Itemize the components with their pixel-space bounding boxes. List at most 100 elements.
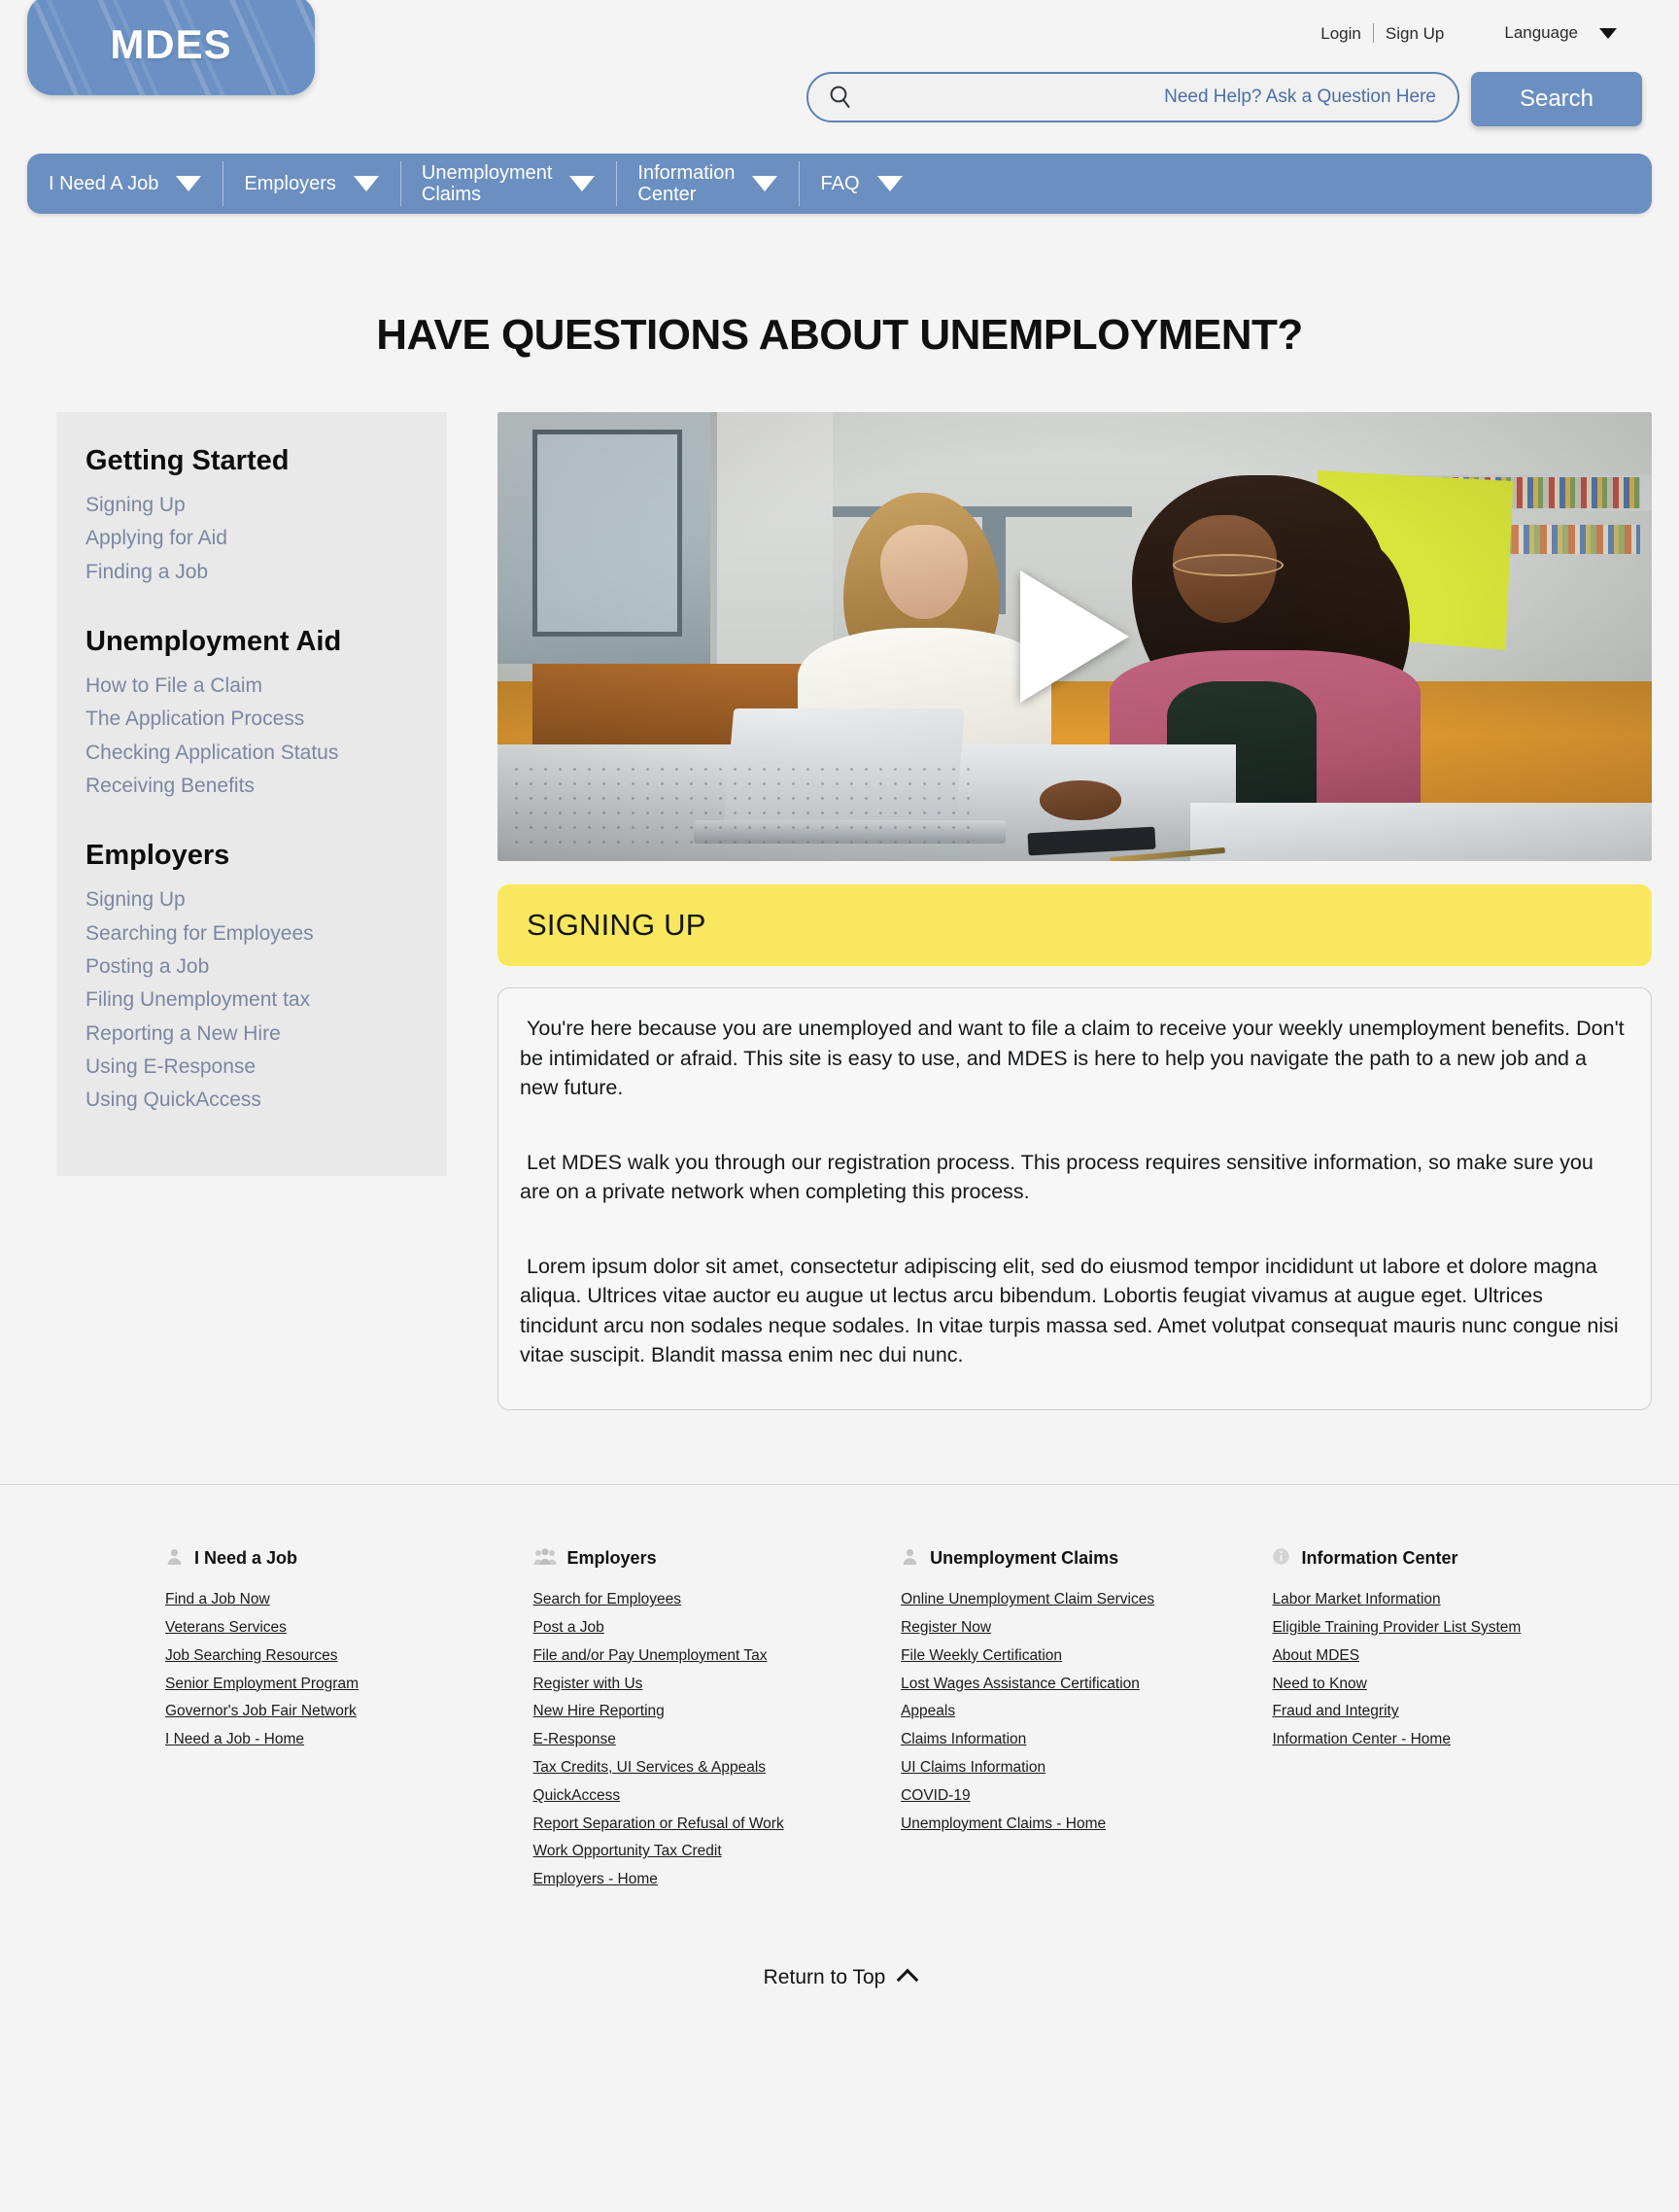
nav-item-i-need-a-job[interactable]: I Need A Job [27, 154, 223, 214]
footer-link[interactable]: Tax Credits, UI Services & Appeals [533, 1754, 767, 1782]
footer-column-i-need-a-job: I Need a Job Find a Job Now Veterans Ser… [165, 1547, 533, 1894]
footer-link[interactable]: Register Now [901, 1613, 991, 1642]
footer-link[interactable]: Search for Employees [533, 1586, 682, 1614]
footer-column-unemployment-claims: Unemployment Claims Online Unemployment … [901, 1547, 1272, 1894]
footer-link[interactable]: Employers - Home [533, 1866, 658, 1894]
people-group-icon [533, 1547, 557, 1571]
footer-column-heading: Unemployment Claims [901, 1547, 1272, 1571]
site-header: MDES Search [0, 0, 1679, 154]
chevron-down-icon [752, 176, 778, 191]
sidebar-link-employer-signing-up[interactable]: Signing Up [86, 883, 447, 916]
footer-link[interactable]: File and/or Pay Unemployment Tax [533, 1642, 768, 1670]
chevron-down-icon [353, 176, 379, 191]
sidebar-link-receiving-benefits[interactable]: Receiving Benefits [86, 770, 447, 803]
footer-link[interactable]: E-Response [533, 1726, 616, 1754]
footer-heading-label: Unemployment Claims [930, 1548, 1119, 1569]
sidebar-link-using-e-response[interactable]: Using E-Response [86, 1051, 447, 1084]
sidebar-link-the-application-process[interactable]: The Application Process [86, 703, 447, 736]
footer-link[interactable]: I Need a Job - Home [165, 1726, 304, 1754]
sidebar-link-searching-for-employees[interactable]: Searching for Employees [86, 917, 447, 950]
video-player[interactable] [497, 412, 1652, 861]
return-to-top-button[interactable]: Return to Top [0, 1966, 1679, 2022]
footer-link[interactable]: Appeals [901, 1698, 955, 1726]
footer-link[interactable]: Governor's Job Fair Network [165, 1698, 357, 1726]
language-selector[interactable]: Language [1504, 23, 1640, 43]
footer-link[interactable]: Senior Employment Program [165, 1670, 359, 1698]
footer-link[interactable]: Claims Information [901, 1726, 1026, 1754]
footer-link[interactable]: Find a Job Now [165, 1586, 270, 1614]
nav-item-employers[interactable]: Employers [223, 154, 399, 214]
sidebar-link-finding-a-job[interactable]: Finding a Job [86, 556, 447, 589]
main-navigation: I Need A Job Employers Unemployment Clai… [27, 154, 1652, 214]
footer-column-employers: Employers Search for Employees Post a Jo… [533, 1547, 902, 1894]
play-icon[interactable] [1020, 570, 1129, 703]
search-input[interactable] [853, 75, 1436, 120]
footer-heading-label: Employers [566, 1548, 657, 1569]
sidebar-heading-unemployment-aid: Unemployment Aid [86, 626, 342, 658]
footer-link[interactable]: Labor Market Information [1272, 1586, 1440, 1614]
footer-link[interactable]: QuickAccess [533, 1781, 621, 1810]
sidebar-link-posting-a-job[interactable]: Posting a Job [86, 950, 447, 984]
footer-link[interactable]: Unemployment Claims - Home [901, 1810, 1106, 1838]
footer-link[interactable]: New Hire Reporting [533, 1698, 665, 1726]
content-column: SIGNING UP You're here because you are u… [447, 412, 1652, 1410]
nav-item-information-center[interactable]: Information Center [616, 154, 799, 214]
search-box[interactable] [806, 72, 1459, 122]
logo-text: MDES [110, 21, 232, 67]
nav-item-label: I Need A Job [49, 172, 159, 194]
site-footer: I Need a Job Find a Job Now Veterans Ser… [0, 1485, 1679, 1894]
sidebar: Getting Started Signing Up Applying for … [56, 412, 447, 1176]
footer-link[interactable]: Lost Wages Assistance Certification [901, 1670, 1140, 1698]
footer-link[interactable]: Eligible Training Provider List System [1272, 1613, 1521, 1642]
footer-link[interactable]: UI Claims Information [901, 1754, 1045, 1782]
login-link[interactable]: Login [1309, 25, 1373, 42]
mdes-logo[interactable]: MDES [27, 0, 315, 95]
section-banner-title: SIGNING UP [527, 908, 706, 942]
footer-column-heading: Information Center [1272, 1547, 1640, 1571]
chevron-down-icon [176, 176, 202, 191]
sidebar-link-signing-up[interactable]: Signing Up [86, 489, 447, 522]
chevron-down-icon [876, 176, 903, 191]
nav-item-faq[interactable]: FAQ [799, 154, 923, 214]
nav-item-unemployment-claims[interactable]: Unemployment Claims [399, 154, 617, 214]
footer-link[interactable]: Need to Know [1272, 1670, 1366, 1698]
chevron-down-icon [569, 176, 596, 191]
sidebar-link-filing-unemployment-tax[interactable]: Filing Unemployment tax [86, 984, 447, 1017]
footer-link[interactable]: Post a Job [533, 1613, 604, 1642]
article-paragraph: Let MDES walk you through our registrati… [520, 1150, 1593, 1204]
person-icon [901, 1547, 919, 1571]
sidebar-heading-getting-started: Getting Started [86, 445, 290, 476]
chevron-up-icon [897, 1968, 919, 1991]
sidebar-link-reporting-a-new-hire[interactable]: Reporting a New Hire [86, 1018, 447, 1051]
footer-link[interactable]: About MDES [1272, 1642, 1359, 1670]
sidebar-heading-employers: Employers [86, 840, 230, 872]
footer-link[interactable]: COVID-19 [901, 1781, 971, 1810]
footer-link[interactable]: Information Center - Home [1272, 1726, 1451, 1754]
footer-link[interactable]: Fraud and Integrity [1272, 1698, 1398, 1726]
footer-link[interactable]: Veterans Services [165, 1613, 287, 1642]
footer-heading-label: I Need a Job [194, 1548, 298, 1569]
footer-link[interactable]: Job Searching Resources [165, 1642, 338, 1670]
footer-link[interactable]: File Weekly Certification [901, 1642, 1062, 1670]
section-banner: SIGNING UP [497, 884, 1652, 966]
info-circle-icon [1272, 1547, 1290, 1571]
footer-column-information-center: Information Center Labor Market Informat… [1272, 1547, 1640, 1894]
footer-heading-label: Information Center [1301, 1548, 1458, 1569]
nav-item-label: Information Center [637, 161, 736, 205]
sidebar-link-checking-application-status[interactable]: Checking Application Status [86, 737, 447, 770]
footer-link[interactable]: Online Unemployment Claim Services [901, 1586, 1154, 1614]
footer-link[interactable]: Report Separation or Refusal of Work [533, 1810, 784, 1838]
footer-column-heading: Employers [533, 1547, 902, 1571]
sidebar-link-applying-for-aid[interactable]: Applying for Aid [86, 522, 447, 555]
main-content: Getting Started Signing Up Applying for … [0, 412, 1679, 1410]
sidebar-link-how-to-file-a-claim[interactable]: How to File a Claim [86, 670, 447, 703]
nav-item-label: Employers [244, 172, 336, 194]
sidebar-link-using-quickaccess[interactable]: Using QuickAccess [86, 1084, 447, 1117]
chevron-down-icon [1599, 27, 1617, 39]
footer-link[interactable]: Work Opportunity Tax Credit [533, 1838, 722, 1866]
signup-link[interactable]: Sign Up [1374, 25, 1456, 42]
search-button[interactable]: Search [1471, 72, 1642, 126]
nav-item-label: FAQ [820, 172, 860, 194]
footer-link[interactable]: Register with Us [533, 1670, 643, 1698]
language-label: Language [1504, 23, 1578, 42]
